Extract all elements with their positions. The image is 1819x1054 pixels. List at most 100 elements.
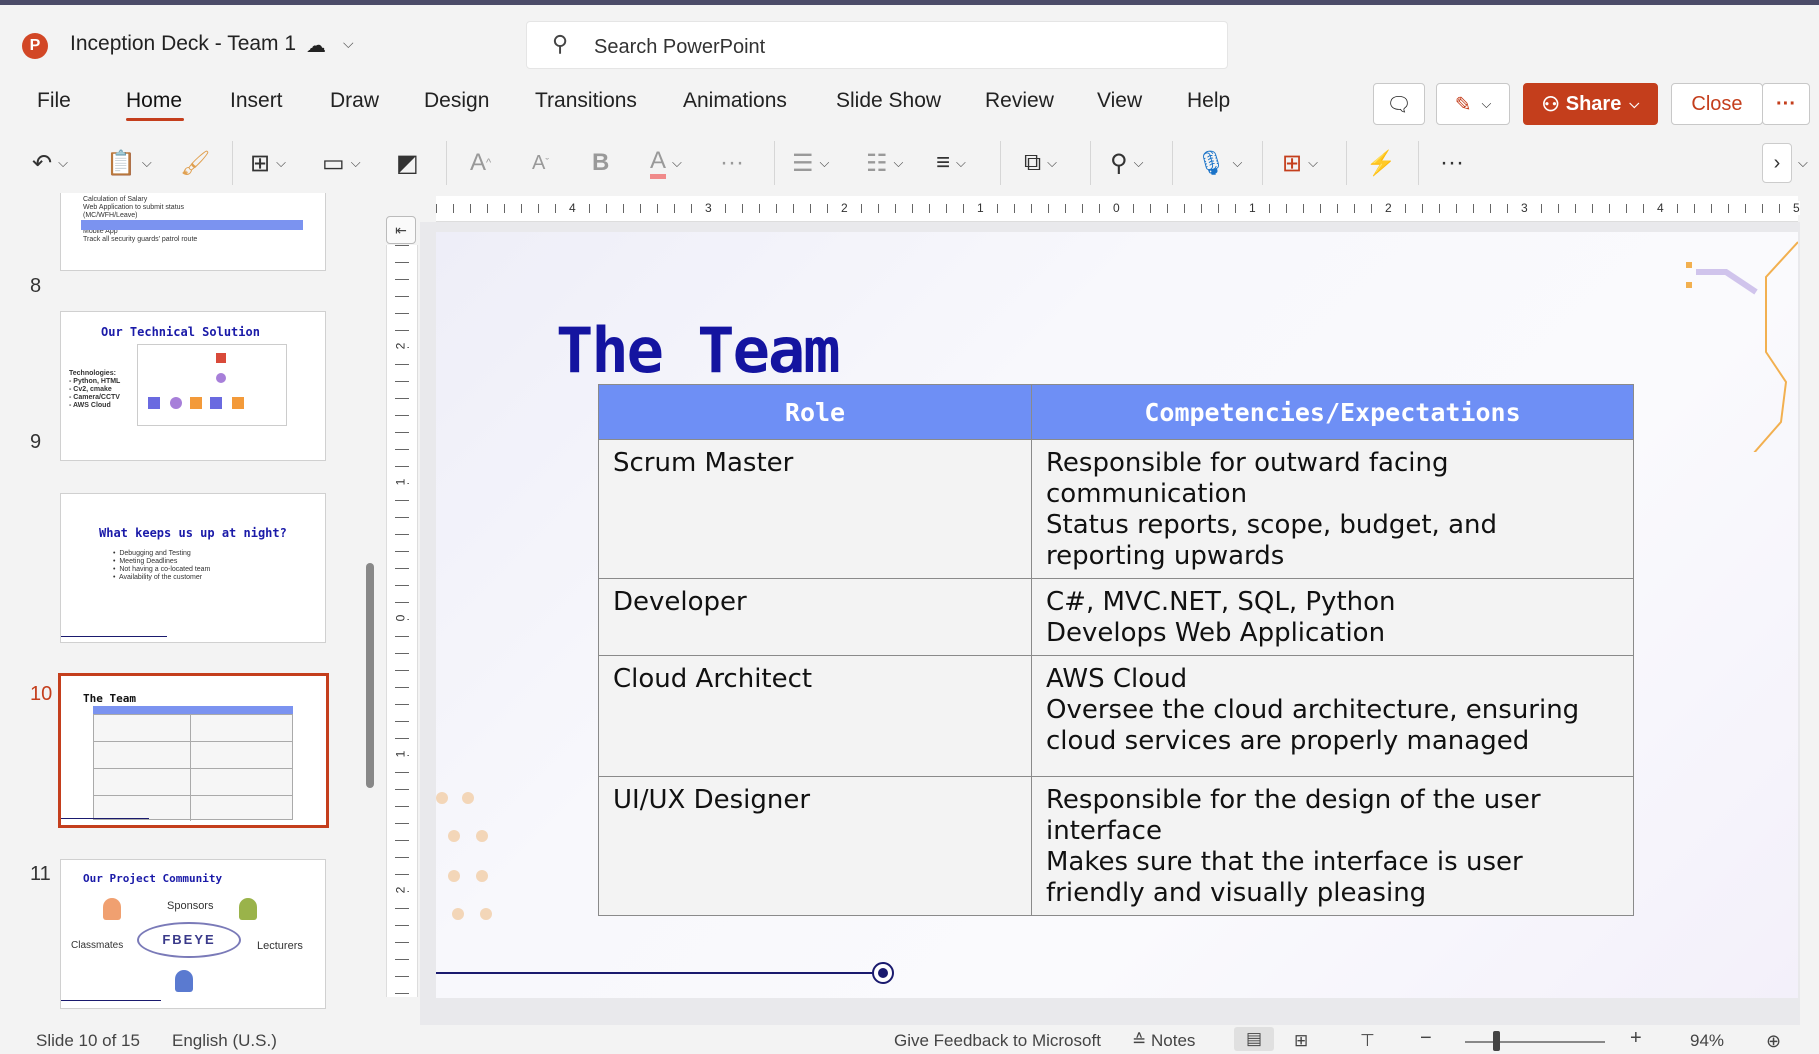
dictate-button[interactable]: 🎙 ⌵ <box>1196 143 1242 183</box>
more-commands-button[interactable]: ··· <box>1440 143 1464 183</box>
competencies-cell[interactable]: Responsible for the design of the user i… <box>1031 776 1634 916</box>
slideshow-button[interactable]: ⊤ <box>1360 1031 1375 1051</box>
shapes-button[interactable]: ⧉ ⌵ <box>1024 143 1057 183</box>
zoom-level[interactable]: 94% <box>1690 1031 1724 1051</box>
slide-editor[interactable]: The Team Role Competencies/Expectations … <box>436 232 1798 998</box>
ribbon-expand-button[interactable]: ⌵ <box>1798 143 1808 183</box>
ruler-label: 1 <box>393 750 408 758</box>
fit-to-window-icon[interactable]: ⊕ <box>1766 1031 1781 1052</box>
decor-dot <box>448 830 460 842</box>
person-icon <box>103 898 121 920</box>
shapes-icon: ⧉ <box>1024 149 1042 176</box>
tab-home[interactable]: Home <box>126 89 182 113</box>
ruler-tick <box>395 704 409 705</box>
zoom-in-button[interactable]: + <box>1630 1027 1642 1050</box>
tab-transitions[interactable]: Transitions <box>535 89 637 113</box>
competencies-cell[interactable]: C#, MVC.NET, SQL, Python Develops Web Ap… <box>1031 578 1634 656</box>
role-cell[interactable]: Cloud Architect <box>598 655 1032 777</box>
thumbnail-scrollbar[interactable] <box>366 563 374 788</box>
background-button[interactable]: ◩ <box>396 143 419 183</box>
document-title[interactable]: Inception Deck - Team 1 <box>70 32 296 56</box>
comments-button[interactable]: 🗨 <box>1373 83 1425 125</box>
pencil-icon: ✎ <box>1454 93 1472 116</box>
chevron-down-icon: ⌵ <box>956 155 966 170</box>
horizontal-ruler[interactable]: 4 3 2 1 0 1 2 3 4 5 <box>436 196 1800 222</box>
notes-button[interactable]: ≙ Notes <box>1132 1031 1195 1051</box>
decor-dot <box>476 870 488 882</box>
ruler-tick <box>1150 204 1151 213</box>
decor-timeline-dot <box>872 962 894 984</box>
slide-thumbnail-pane[interactable]: Calculation of Salary Web Application to… <box>0 193 385 1025</box>
language-indicator[interactable]: English (U.S.) <box>172 1031 277 1051</box>
tab-animations[interactable]: Animations <box>683 89 787 113</box>
feedback-link[interactable]: Give Feedback to Microsoft <box>894 1031 1101 1051</box>
zoom-slider-thumb[interactable] <box>1493 1031 1500 1051</box>
column-header-competencies[interactable]: Competencies/Expectations <box>1031 384 1634 440</box>
font-shrink-icon: A <box>532 151 546 174</box>
collapse-pane-button[interactable]: ⇤ <box>386 216 416 244</box>
close-button[interactable]: Close <box>1671 83 1763 125</box>
slide-thumbnail-11[interactable]: Our Project Community Sponsors Classmate… <box>60 859 326 1009</box>
ruler-tick <box>1507 204 1508 213</box>
slide-thumbnail-9[interactable]: What keeps us up at night? • Debugging a… <box>60 493 326 643</box>
team-table[interactable]: Role Competencies/Expectations Scrum Mas… <box>598 384 1634 916</box>
zoom-out-button[interactable]: − <box>1420 1027 1432 1050</box>
search-box[interactable]: ⚲ Search PowerPoint <box>526 21 1228 69</box>
undo-button[interactable]: ↶ ⌵ <box>32 143 68 183</box>
tab-file[interactable]: File <box>37 89 71 113</box>
decor-dot <box>448 870 460 882</box>
new-slide-button[interactable]: ⊞ ⌵ <box>250 143 286 183</box>
cloud-saved-icon[interactable]: ☁ <box>306 33 326 58</box>
bullets-button[interactable]: ☰ ⌵ <box>792 143 829 183</box>
format-painter-button[interactable]: 🖌 <box>180 143 210 183</box>
active-tab-indicator <box>126 118 184 121</box>
role-cell[interactable]: UI/UX Designer <box>598 776 1032 916</box>
numbering-button[interactable]: ☷ ⌵ <box>866 143 903 183</box>
layout-button[interactable]: ▭ ⌵ <box>322 143 361 183</box>
paste-button[interactable]: 📋 ⌵ <box>106 143 152 183</box>
slide-thumbnail-10[interactable]: The Team <box>58 673 329 828</box>
ribbon-scroll-right-button[interactable]: › <box>1762 143 1792 183</box>
thumbnail-classmates-label: Classmates <box>71 940 124 951</box>
column-header-role[interactable]: Role <box>598 384 1032 440</box>
zoom-slider[interactable] <box>1465 1041 1605 1043</box>
competencies-cell[interactable]: AWS Cloud Oversee the cloud architecture… <box>1031 655 1634 777</box>
vertical-ruler[interactable]: 2 1 0 1 2 <box>386 245 418 997</box>
role-cell[interactable]: Developer <box>598 578 1032 656</box>
ruler-tick <box>395 534 409 535</box>
slide-number: 9 <box>30 431 42 453</box>
tab-insert[interactable]: Insert <box>230 89 283 113</box>
slide-sorter-button[interactable]: ⊞ <box>1294 1031 1308 1051</box>
decrease-font-button[interactable]: Aˇ <box>532 143 549 183</box>
find-button[interactable]: ⚲ ⌵ <box>1110 143 1143 183</box>
role-cell[interactable]: Scrum Master <box>598 439 1032 579</box>
tab-design[interactable]: Design <box>424 89 489 113</box>
align-button[interactable]: ≡ ⌵ <box>936 143 966 183</box>
editing-mode-button[interactable]: ✎ ⌵ <box>1436 83 1510 125</box>
share-icon: ⚇ <box>1541 93 1560 116</box>
slide-thumbnail-8[interactable]: Our Technical Solution Technologies: - P… <box>60 311 326 461</box>
normal-view-button[interactable]: ▤ <box>1234 1027 1274 1051</box>
bold-button[interactable]: B <box>592 143 609 183</box>
slide-title[interactable]: The Team <box>556 314 841 387</box>
chevron-down-icon[interactable]: ⌵ <box>343 35 354 52</box>
clipboard-icon: 📋 <box>106 149 136 177</box>
search-input[interactable]: Search PowerPoint <box>594 36 765 59</box>
tab-view[interactable]: View <box>1097 89 1142 113</box>
ruler-tick <box>1745 204 1746 213</box>
tab-slide-show[interactable]: Slide Show <box>836 89 941 113</box>
more-font-options-button[interactable]: ··· <box>720 143 744 183</box>
tab-review[interactable]: Review <box>985 89 1054 113</box>
tab-help[interactable]: Help <box>1187 89 1230 113</box>
increase-font-button[interactable]: A ^ <box>470 143 491 183</box>
more-options-button[interactable]: ··· <box>1762 83 1810 125</box>
share-button[interactable]: ⚇ Share ⌵ <box>1523 83 1658 125</box>
designer-button[interactable]: ⊞ ⌵ <box>1282 143 1318 183</box>
tab-draw[interactable]: Draw <box>330 89 379 113</box>
competencies-cell[interactable]: Responsible for outward facing communica… <box>1031 439 1634 579</box>
ruler-label: 0 <box>393 614 408 622</box>
slide-thumbnail-7[interactable]: Calculation of Salary Web Application to… <box>60 193 326 271</box>
font-color-button[interactable]: A ⌵ <box>650 143 682 183</box>
add-ins-button[interactable]: ⚡ <box>1366 143 1396 183</box>
ribbon-divider <box>1090 141 1091 185</box>
